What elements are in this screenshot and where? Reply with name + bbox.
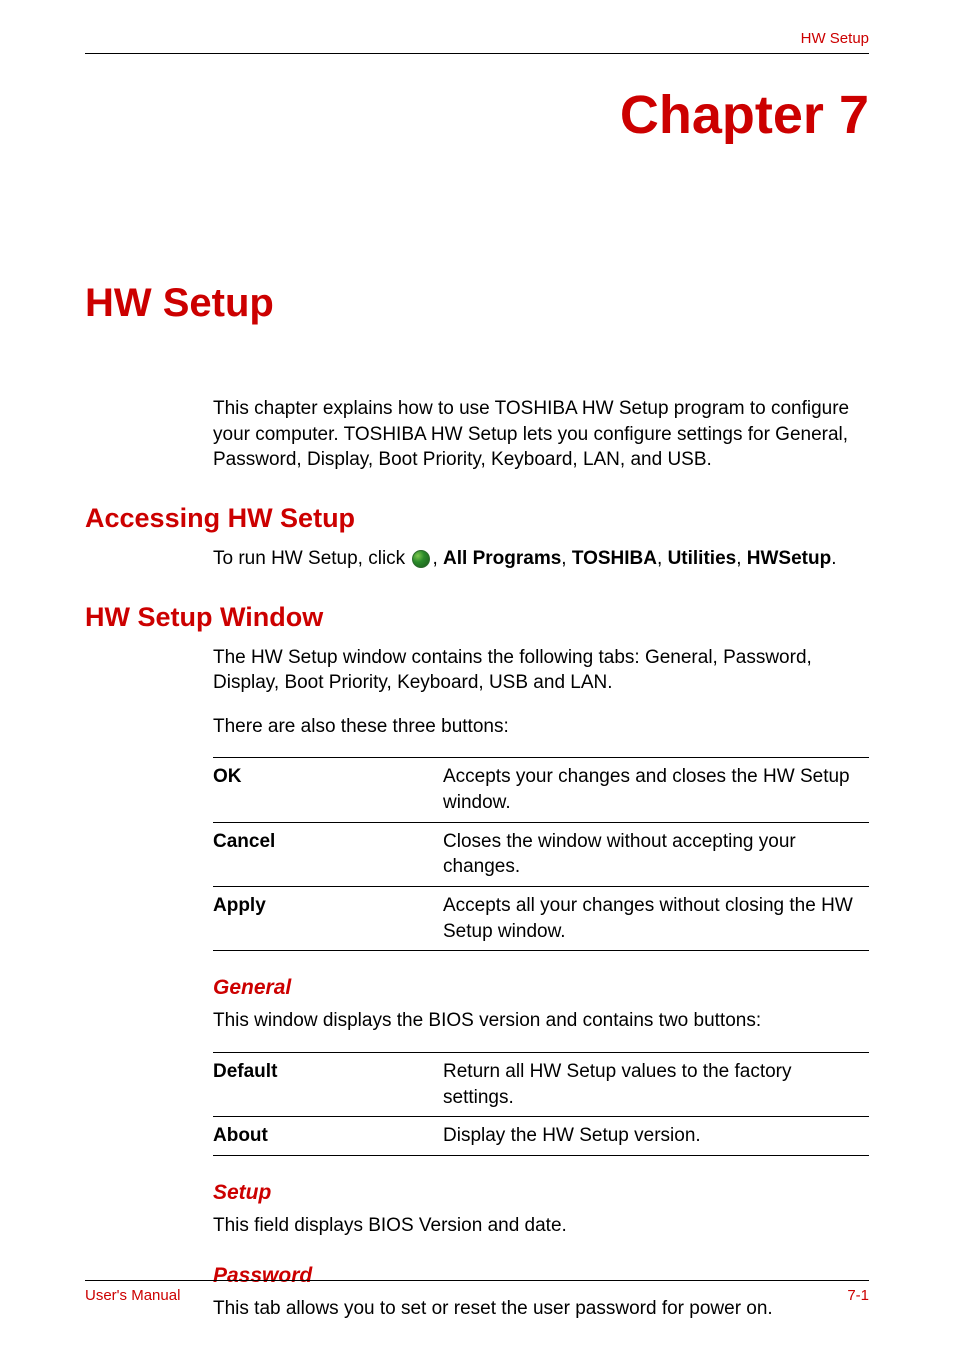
table-row: Default Return all HW Setup values to th… bbox=[213, 1052, 869, 1116]
section-accessing-heading: Accessing HW Setup bbox=[85, 503, 869, 534]
table-row: Apply Accepts all your changes without c… bbox=[213, 887, 869, 951]
window-paragraph-1: The HW Setup window contains the followi… bbox=[213, 645, 869, 696]
header-label: HW Setup bbox=[85, 30, 869, 47]
header-rule bbox=[85, 53, 869, 54]
run-comma-1: , bbox=[432, 548, 443, 569]
run-hwsetup: HWSetup bbox=[747, 548, 831, 569]
table-row: Cancel Closes the window without accepti… bbox=[213, 822, 869, 886]
chapter-title: Chapter 7 bbox=[85, 84, 869, 146]
run-all-programs: All Programs bbox=[443, 548, 561, 569]
button-term: Cancel bbox=[213, 822, 443, 886]
subsection-setup-heading: Setup bbox=[213, 1181, 869, 1205]
footer-left: User's Manual bbox=[85, 1287, 180, 1304]
window-paragraph-2: There are also these three buttons: bbox=[213, 714, 869, 740]
button-desc: Closes the window without accepting your… bbox=[443, 822, 869, 886]
intro-paragraph: This chapter explains how to use TOSHIBA… bbox=[213, 396, 869, 473]
setup-paragraph: This field displays BIOS Version and dat… bbox=[213, 1213, 869, 1239]
run-utilities: Utilities bbox=[668, 548, 737, 569]
table-row: About Display the HW Setup version. bbox=[213, 1117, 869, 1156]
button-desc: Accepts all your changes without closing… bbox=[443, 887, 869, 951]
run-prefix: To run HW Setup, click bbox=[213, 548, 410, 569]
general-term: Default bbox=[213, 1052, 443, 1116]
page-title: HW Setup bbox=[85, 281, 869, 326]
button-term: Apply bbox=[213, 887, 443, 951]
run-comma-3: , bbox=[657, 548, 668, 569]
table-row: OK Accepts your changes and closes the H… bbox=[213, 758, 869, 822]
windows-start-icon bbox=[412, 550, 430, 568]
general-desc: Display the HW Setup version. bbox=[443, 1117, 869, 1156]
subsection-general-heading: General bbox=[213, 976, 869, 1000]
footer-rule bbox=[85, 1280, 869, 1281]
general-term: About bbox=[213, 1117, 443, 1156]
general-table: Default Return all HW Setup values to th… bbox=[213, 1052, 869, 1156]
footer-right: 7-1 bbox=[847, 1287, 869, 1304]
general-desc: Return all HW Setup values to the factor… bbox=[443, 1052, 869, 1116]
general-paragraph: This window displays the BIOS version an… bbox=[213, 1008, 869, 1034]
section-window-heading: HW Setup Window bbox=[85, 602, 869, 633]
button-term: OK bbox=[213, 758, 443, 822]
run-comma-4: , bbox=[736, 548, 747, 569]
run-comma-2: , bbox=[561, 548, 572, 569]
page-footer: User's Manual 7-1 bbox=[85, 1280, 869, 1304]
button-desc: Accepts your changes and closes the HW S… bbox=[443, 758, 869, 822]
run-toshiba: TOSHIBA bbox=[572, 548, 657, 569]
accessing-instruction: To run HW Setup, click , All Programs, T… bbox=[213, 546, 869, 572]
buttons-table: OK Accepts your changes and closes the H… bbox=[213, 757, 869, 951]
run-period: . bbox=[831, 548, 836, 569]
